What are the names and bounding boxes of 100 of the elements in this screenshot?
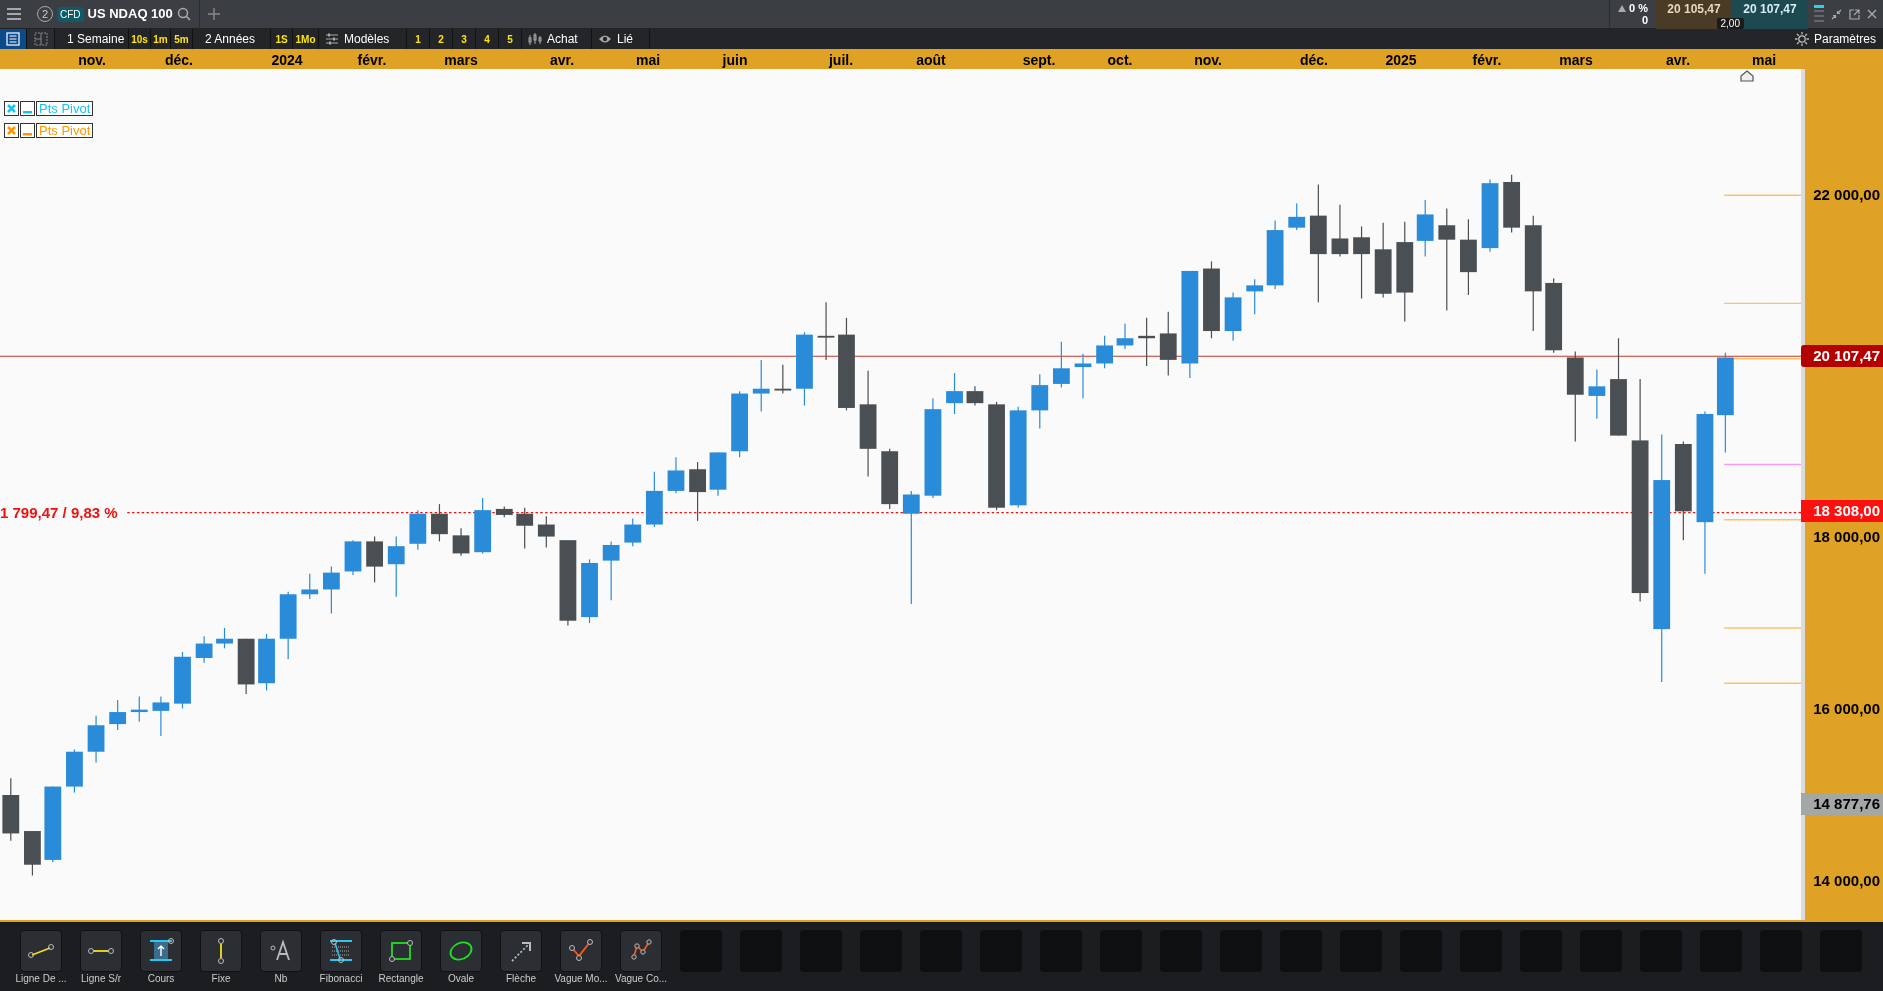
- tool-label: Fibonacci: [319, 973, 363, 985]
- drawing-tool-button[interactable]: [380, 930, 422, 972]
- quick-select-button[interactable]: 1m: [151, 29, 171, 49]
- list-icon: [6, 32, 20, 46]
- close-icon[interactable]: [4, 101, 19, 116]
- candlestick: [667, 456, 685, 494]
- tool-label: Ligne S/r: [81, 973, 121, 985]
- price-tick-label: 14 000,00: [1813, 870, 1880, 891]
- level-bars-icon: [1814, 5, 1824, 23]
- month-label: 2024: [271, 51, 303, 70]
- instrument-name[interactable]: US NDAQ 100: [87, 4, 173, 24]
- add-tab-icon[interactable]: [207, 8, 220, 20]
- candlestick: [387, 535, 405, 598]
- candlestick: [258, 633, 275, 691]
- candlestick: [152, 695, 170, 737]
- minimize-icon[interactable]: [20, 101, 35, 116]
- price-badge: 14 877,76: [1801, 793, 1883, 815]
- candlestick: [731, 390, 748, 458]
- quick-select-button[interactable]: 10s: [129, 29, 151, 49]
- month-label: mai: [1751, 51, 1777, 70]
- menu-icon[interactable]: [7, 8, 21, 20]
- candlestick: [409, 509, 427, 551]
- price-tick-label: 16 000,00: [1813, 698, 1880, 719]
- candlestick: [87, 715, 105, 764]
- layout-icon: [33, 32, 48, 46]
- quick-select-button[interactable]: 5m: [171, 29, 193, 49]
- tool-label: Flèche: [506, 973, 536, 985]
- month-label: mars: [444, 51, 478, 70]
- popout-icon[interactable]: [1849, 8, 1860, 20]
- candlestick: [537, 515, 555, 548]
- candlestick: [1159, 311, 1177, 377]
- tool-label: Vague Mo...: [554, 973, 608, 985]
- candlestick: [495, 505, 513, 518]
- candlestick: [279, 591, 297, 660]
- candlestick: [946, 372, 963, 415]
- toolbar-button[interactable]: Modèles: [344, 30, 390, 48]
- up-triangle-icon: [1618, 4, 1627, 12]
- candlestick: [774, 364, 792, 395]
- candlestick: [602, 540, 620, 601]
- candlestick: [474, 497, 492, 554]
- vertical-line-icon: [217, 937, 225, 965]
- drawing-tool-button[interactable]: [440, 930, 482, 972]
- candlestick: [1138, 317, 1156, 367]
- measure-label: 1 799,47 / 9,83 %: [0, 504, 118, 521]
- toolbar-button[interactable]: Achat: [547, 30, 578, 48]
- candlestick: [24, 830, 41, 877]
- drawing-tool-button[interactable]: [620, 930, 662, 972]
- candlestick: [366, 535, 383, 583]
- candlestick: [689, 461, 706, 522]
- shrink-icon[interactable]: [1831, 8, 1842, 20]
- month-label: mars: [1559, 51, 1593, 70]
- month-label: déc.: [1300, 51, 1328, 70]
- candlestick: [1031, 373, 1049, 429]
- ask-price[interactable]: 20 107,47: [1743, 1, 1797, 16]
- candlestick: [452, 527, 470, 557]
- list-view-button[interactable]: [0, 29, 27, 49]
- month-label: avr.: [549, 51, 575, 70]
- month-label: juil.: [828, 51, 854, 70]
- close-icon[interactable]: [4, 123, 19, 138]
- candlestick: [516, 507, 534, 550]
- toolbar-button[interactable]: Lié: [617, 30, 633, 48]
- horizontal-line-icon: [87, 947, 115, 955]
- candlestick: [1096, 335, 1113, 369]
- drawing-tool-button[interactable]: [20, 930, 62, 972]
- quick-select-button[interactable]: 1Mo: [293, 29, 319, 49]
- candlestick: [431, 503, 448, 542]
- change-points: 0: [1641, 14, 1648, 26]
- drawing-tool-button[interactable]: [200, 930, 242, 972]
- drawing-tool-button[interactable]: [80, 930, 122, 972]
- month-label: nov.: [78, 51, 106, 70]
- price-badge: 20 107,47: [1801, 345, 1883, 367]
- candlestick: [109, 699, 127, 731]
- price-tick-label: 18 000,00: [1813, 526, 1880, 547]
- month-label: févr.: [1472, 51, 1502, 70]
- tool-label: Ligne De ...: [15, 973, 67, 985]
- candlestick: [1246, 278, 1264, 315]
- candlestick: [1331, 204, 1349, 258]
- tool-label: Cours: [147, 973, 175, 985]
- candlestick: [301, 573, 319, 600]
- tool-label: Ovale: [447, 973, 475, 985]
- settings-icon: [1794, 32, 1809, 46]
- candlestick: [1288, 203, 1306, 231]
- cfd-badge: CFD: [57, 6, 84, 22]
- tool-label: Nb: [274, 973, 288, 985]
- drawing-tool-button[interactable]: [500, 930, 542, 972]
- search-icon[interactable]: [176, 7, 191, 21]
- sliders-icon: [325, 32, 339, 46]
- bid-price[interactable]: 20 105,47: [1667, 1, 1721, 16]
- drawing-tool-button[interactable]: [560, 930, 602, 972]
- minimize-icon[interactable]: [20, 123, 35, 138]
- drawing-tool-button[interactable]: [320, 930, 362, 972]
- month-label: févr.: [357, 51, 387, 70]
- candlestick: [581, 558, 598, 624]
- drawing-tool-button[interactable]: [260, 930, 302, 972]
- month-label: août: [916, 51, 946, 70]
- drawing-tool-button[interactable]: [140, 930, 182, 972]
- candlestick-icon: [528, 32, 542, 46]
- settings-button[interactable]: Paramètres: [1813, 30, 1876, 48]
- candlestick: [817, 301, 835, 361]
- month-label: 2025: [1385, 51, 1417, 70]
